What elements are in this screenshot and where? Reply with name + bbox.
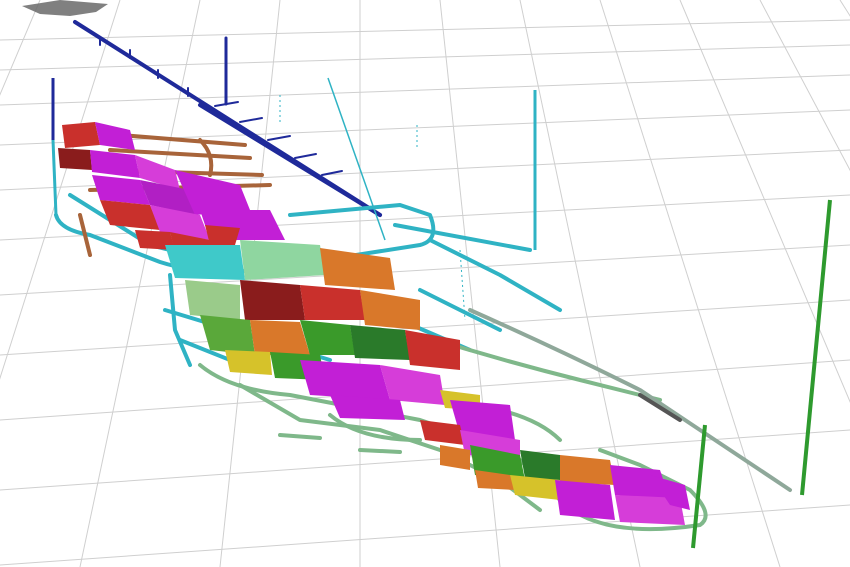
mine-model-render <box>0 0 850 567</box>
ground-grid <box>0 0 850 567</box>
mine-3d-viewport[interactable] <box>0 0 850 567</box>
stopes-middle <box>165 240 460 380</box>
vertical-shaft-right <box>691 199 832 549</box>
surface-topography <box>22 0 108 16</box>
